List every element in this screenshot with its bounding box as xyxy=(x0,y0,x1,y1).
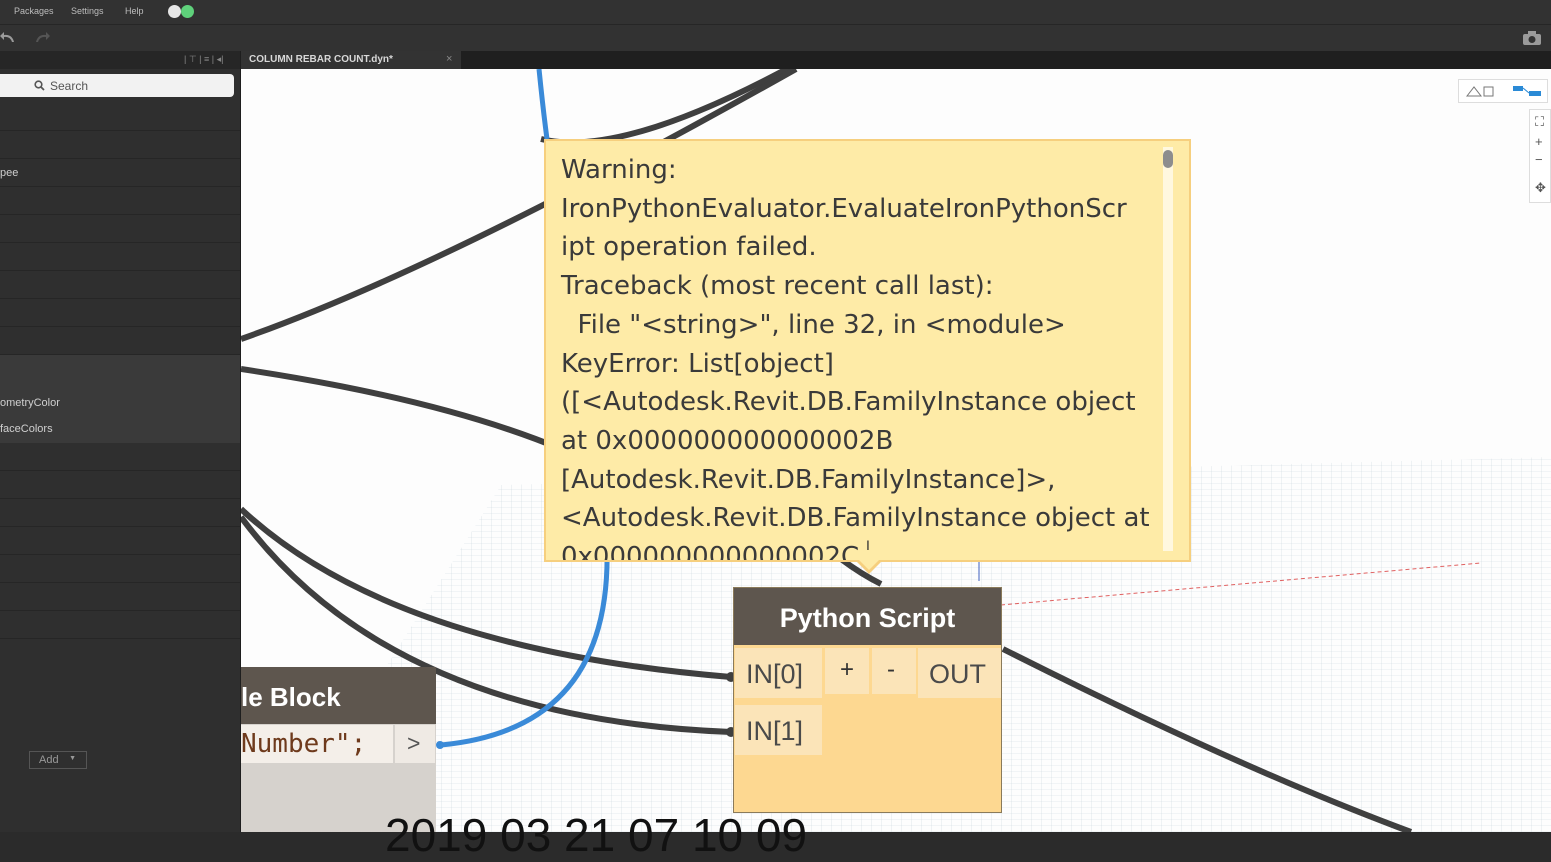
scrollbar-track[interactable] xyxy=(1163,147,1173,551)
warning-message: Warning: IronPythonEvaluator.EvaluateIro… xyxy=(561,155,1150,562)
undo-icon[interactable] xyxy=(0,30,18,44)
output-port[interactable]: > xyxy=(395,725,435,763)
graph-view-icon[interactable] xyxy=(1511,84,1543,98)
menu-settings[interactable]: Settings xyxy=(71,6,104,16)
menu-bar: Packages Settings Help xyxy=(0,0,1551,25)
list-item[interactable] xyxy=(0,443,240,471)
list-item[interactable] xyxy=(0,103,240,131)
tab-column-rebar-count[interactable]: COLUMN REBAR COUNT.dyn* × xyxy=(241,51,461,69)
python-script-node[interactable]: Python Script IN[0] IN[1] + - OUT xyxy=(733,587,1002,813)
chevron-down-icon: ▼ xyxy=(69,755,76,762)
output-port[interactable]: OUT xyxy=(918,648,1001,698)
toolbar xyxy=(0,25,1551,51)
input-port-1[interactable]: IN[1] xyxy=(735,705,822,755)
list-item[interactable] xyxy=(0,215,240,243)
list-item[interactable] xyxy=(0,583,240,611)
status-icon[interactable] xyxy=(181,5,194,18)
tab-bar: COLUMN REBAR COUNT.dyn* × xyxy=(241,51,1551,69)
library-panel: | ⊤ | ≡ | ◂| Search pee ometryColor face… xyxy=(0,51,241,832)
list-item[interactable] xyxy=(0,271,240,299)
list-item[interactable] xyxy=(0,555,240,583)
search-placeholder: Search xyxy=(50,79,89,93)
zoom-in-icon[interactable]: + xyxy=(1535,134,1543,149)
node-header: Python Script xyxy=(734,588,1001,645)
list-item[interactable] xyxy=(0,327,240,355)
pan-icon[interactable]: ✥ xyxy=(1535,180,1546,196)
zoom-controls: ⛶ + − ✥ xyxy=(1529,109,1551,203)
filter-icon[interactable]: | ⊤ | ≡ | ◂| xyxy=(184,54,223,65)
redo-icon[interactable] xyxy=(34,30,52,44)
text-cursor-icon: I xyxy=(866,537,870,553)
menu-packages[interactable]: Packages xyxy=(14,6,54,16)
close-icon[interactable]: × xyxy=(446,53,452,65)
list-item[interactable] xyxy=(0,131,240,159)
list-item[interactable] xyxy=(0,299,240,327)
sub-item[interactable]: faceColors xyxy=(0,417,240,443)
list-item[interactable] xyxy=(0,527,240,555)
node-title: le Block xyxy=(241,682,341,712)
list-item[interactable]: pee xyxy=(0,159,240,187)
library-list: pee ometryColor faceColors xyxy=(0,103,240,639)
node-title: Python Script xyxy=(779,603,956,633)
geometry-view-icon[interactable] xyxy=(1465,84,1497,98)
timestamp-watermark: 2019 03 21 07 10 09 xyxy=(385,809,808,861)
list-item-expanded[interactable] xyxy=(0,355,240,391)
add-input-button[interactable]: + xyxy=(825,648,869,694)
input-port-0[interactable]: IN[0] xyxy=(735,648,822,698)
list-item[interactable] xyxy=(0,187,240,215)
list-item[interactable] xyxy=(0,243,240,271)
sub-item[interactable]: ometryColor xyxy=(0,391,240,417)
node-header: le Block xyxy=(241,667,436,724)
view-toggle[interactable] xyxy=(1458,79,1548,103)
zoom-out-icon[interactable]: − xyxy=(1535,152,1543,167)
search-icon xyxy=(34,80,45,91)
tooltip-pointer-fill xyxy=(858,559,880,570)
list-item[interactable] xyxy=(0,499,240,527)
camera-icon[interactable] xyxy=(1522,31,1542,45)
notification-icon[interactable] xyxy=(168,5,181,18)
fit-view-icon[interactable]: ⛶ xyxy=(1535,114,1544,130)
list-item[interactable] xyxy=(0,611,240,639)
add-button[interactable]: Add ▼ xyxy=(29,751,87,769)
menu-help[interactable]: Help xyxy=(125,6,144,16)
library-header: | ⊤ | ≡ | ◂| xyxy=(0,51,240,69)
warning-tooltip: Warning: IronPythonEvaluator.EvaluateIro… xyxy=(544,139,1191,562)
remove-input-button[interactable]: - xyxy=(872,648,916,694)
search-input[interactable]: Search xyxy=(0,74,234,97)
scrollbar-thumb[interactable] xyxy=(1163,150,1173,168)
code-editor[interactable]: Number"; xyxy=(241,725,393,763)
list-item[interactable] xyxy=(0,471,240,499)
